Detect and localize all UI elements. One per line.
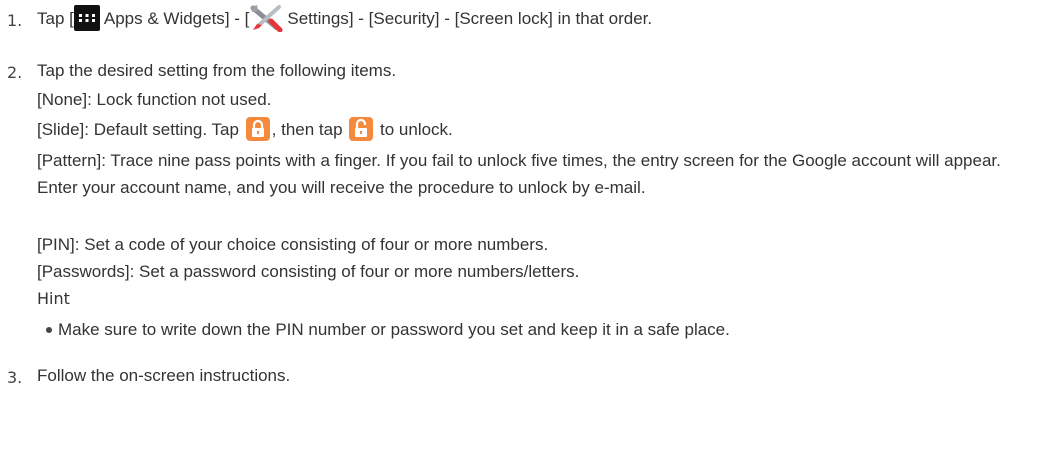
wrench-screwdriver-icon [249,4,283,33]
step-number: 3. [7,368,23,387]
step-2-intro: Tap the desired setting from the followi… [37,61,397,80]
hint-title: Hint [37,289,70,308]
bullet-icon [46,327,52,333]
step-number: 2. [7,63,23,82]
hint-text: Make sure to write down the PIN number o… [58,320,730,339]
step-number: 1. [7,11,23,30]
option-pattern: [Pattern]: Trace nine pass points with a… [37,151,1001,197]
padlock-open-icon [349,116,374,141]
padlock-closed-icon [245,116,270,141]
option-none: [None]: Lock function not used. [37,90,272,109]
option-slide: [Slide]: Default setting. Tap , then tap… [37,116,453,143]
step-3-text: Follow the on-screen instructions. [37,366,291,385]
apps-widgets-label: Apps & Widgets [103,9,225,28]
option-passwords: [Passwords]: Set a password consisting o… [37,262,580,281]
option-pin: [PIN]: Set a code of your choice consist… [37,235,549,254]
step-1-text: Tap [Apps & Widgets] - [Settings] - [Sec… [37,4,652,34]
settings-label: Settings [287,9,349,28]
instruction-document: 1. Tap [Apps & Widgets] - [Settings] - [… [0,0,1045,469]
apps-grid-icon [73,4,100,31]
